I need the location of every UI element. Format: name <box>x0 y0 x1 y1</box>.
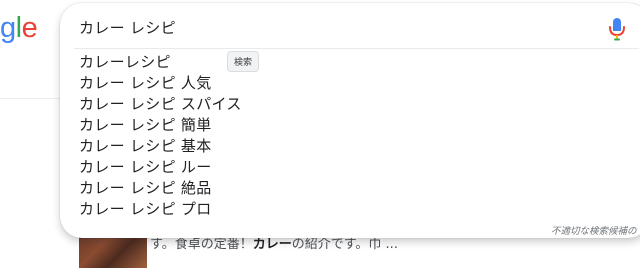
google-logo[interactable]: gle <box>0 14 38 43</box>
microphone-icon[interactable] <box>608 17 626 41</box>
report-inappropriate-predictions-link[interactable]: 不適切な検索候補の <box>551 223 637 237</box>
suggestion-item[interactable]: カレー レシピ 人気 <box>79 73 242 94</box>
search-tooltip: 検索 <box>227 51 260 72</box>
suggestion-item[interactable]: カレー レシピ ルー <box>79 157 242 178</box>
suggestion-item[interactable]: カレー レシピ プロ <box>79 199 242 220</box>
suggestion-item[interactable]: カレー レシピ スパイス <box>79 94 242 115</box>
suggestion-item[interactable]: カレー レシピ 基本 <box>79 136 242 157</box>
search-input[interactable]: カレー レシピ <box>79 17 176 38</box>
header-divider <box>0 98 60 99</box>
suggestion-item[interactable]: カレー レシピ 簡単 <box>79 115 242 136</box>
suggestion-list: カレーレシピ カレー レシピ 人気 カレー レシピ スパイス カレー レシピ 簡… <box>79 52 242 220</box>
suggestion-item[interactable]: カレー レシピ 絶品 <box>79 178 242 199</box>
search-autocomplete-panel: カレー レシピ カレーレシピ カレー レシピ 人気 カレー レシピ スパイス カ… <box>60 3 640 238</box>
panel-divider <box>74 48 639 49</box>
suggestion-item[interactable]: カレーレシピ <box>79 52 242 73</box>
